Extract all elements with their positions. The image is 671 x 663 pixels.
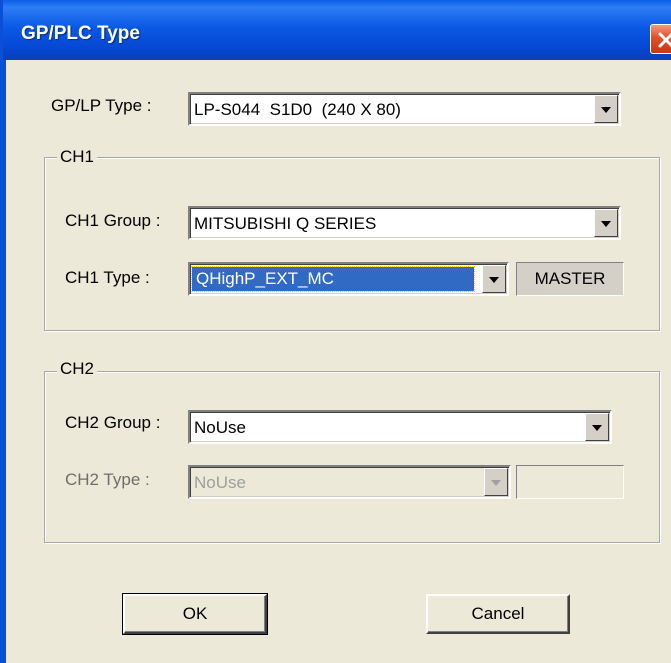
chevron-down-icon[interactable] bbox=[482, 265, 506, 293]
ch2-caption: CH2 bbox=[57, 359, 98, 379]
ch2-role-badge bbox=[516, 465, 624, 499]
ch2-group-value: NoUse bbox=[194, 418, 246, 437]
window-border bbox=[3, 60, 6, 663]
ch2-groupbox bbox=[44, 371, 660, 543]
ch1-type-select[interactable]: QHighP_EXT_MC bbox=[188, 262, 509, 296]
ch1-group-select[interactable]: MITSUBISHI Q SERIES bbox=[188, 206, 621, 240]
dialog-title: GP/PLC Type bbox=[21, 23, 140, 44]
cancel-button[interactable]: Cancel bbox=[426, 594, 570, 634]
ok-button[interactable]: OK bbox=[122, 593, 268, 635]
gp-plc-type-dialog: GP/PLC Type GP/LP Type : LP-S044 S1D0 (2… bbox=[0, 0, 671, 663]
chevron-down-icon[interactable] bbox=[484, 468, 508, 496]
ch2-type-label: CH2 Type : bbox=[65, 470, 150, 489]
ch1-group-value: MITSUBISHI Q SERIES bbox=[194, 214, 377, 233]
gp-lp-type-value: LP-S044 S1D0 (240 X 80) bbox=[194, 100, 401, 119]
title-bar[interactable]: GP/PLC Type bbox=[3, 0, 671, 60]
ch2-group-select[interactable]: NoUse bbox=[188, 410, 612, 444]
chevron-down-icon[interactable] bbox=[594, 95, 618, 123]
ch1-group-label: CH1 Group : bbox=[65, 211, 161, 230]
chevron-down-icon[interactable] bbox=[594, 209, 618, 237]
gp-lp-type-select[interactable]: LP-S044 S1D0 (240 X 80) bbox=[188, 92, 621, 126]
ch1-type-label: CH1 Type : bbox=[65, 268, 150, 287]
ch1-role-badge: MASTER bbox=[516, 262, 624, 296]
close-icon bbox=[658, 32, 671, 48]
ch1-type-value: QHighP_EXT_MC bbox=[191, 266, 475, 292]
gp-lp-type-label: GP/LP Type : bbox=[51, 96, 152, 115]
ch2-type-select[interactable]: NoUse bbox=[188, 465, 511, 499]
close-button[interactable] bbox=[650, 24, 671, 54]
chevron-down-icon[interactable] bbox=[585, 413, 609, 441]
ch2-type-value: NoUse bbox=[194, 473, 246, 492]
ch2-group-label: CH2 Group : bbox=[65, 413, 161, 432]
ch1-caption: CH1 bbox=[57, 147, 98, 167]
ch1-groupbox bbox=[44, 157, 660, 331]
